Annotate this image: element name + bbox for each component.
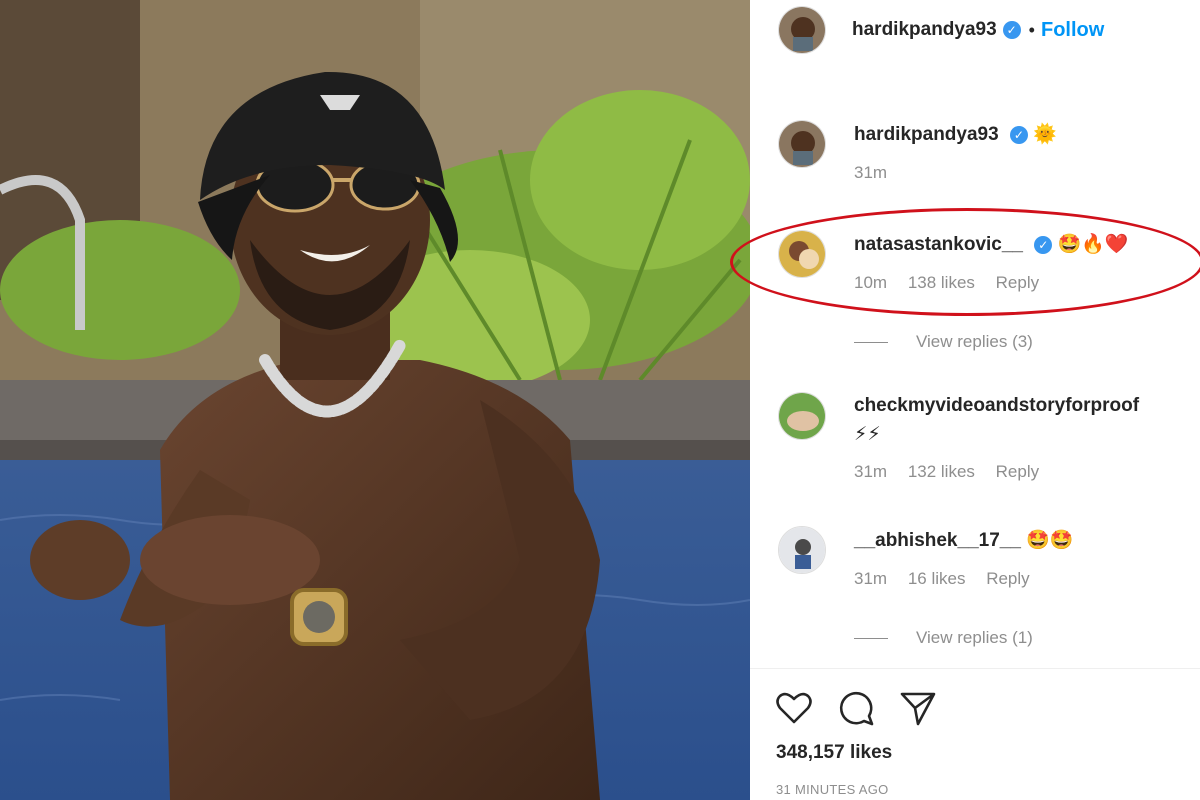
heart-icon[interactable] (774, 688, 814, 728)
reply-button[interactable]: Reply (996, 273, 1039, 292)
verified-badge-icon: ✓ (1034, 235, 1053, 254)
actions-divider (750, 668, 1200, 669)
replies-rule (854, 341, 888, 343)
comment-meta: 31m 16 likes Reply (854, 569, 1194, 589)
comment-avatar[interactable] (778, 120, 826, 168)
view-replies-label: View replies (3) (916, 332, 1033, 351)
verified-badge-icon: ✓ (1002, 21, 1021, 39)
comment-time: 31m (854, 569, 888, 588)
comment-username[interactable]: __abhishek__17__ (854, 530, 1021, 551)
comment-bubble-icon[interactable] (836, 688, 876, 728)
comment-username[interactable]: natasastankovic__ (854, 234, 1023, 255)
post-header: hardikpandya93 ✓ • Follow (750, 0, 1200, 60)
comment-avatar[interactable] (778, 526, 826, 574)
comment-time: 31m (854, 163, 888, 182)
view-replies-button[interactable]: View replies (1) (854, 628, 1033, 648)
post-photo (0, 0, 750, 800)
paper-plane-icon[interactable] (898, 688, 938, 728)
comment-avatar[interactable] (778, 392, 826, 440)
post-like-count[interactable]: 348,157 likes (776, 742, 892, 764)
comment-avatar[interactable] (778, 230, 826, 278)
follow-button[interactable]: Follow (1041, 19, 1104, 42)
comment-time: 10m (854, 273, 888, 292)
author-username[interactable]: hardikpandya93 (852, 19, 997, 41)
verified-badge-icon: ✓ (1009, 125, 1028, 144)
post-photo-illustration (0, 0, 750, 800)
author-avatar[interactable] (778, 6, 826, 54)
post-timestamp: 31 MINUTES AGO (776, 782, 889, 797)
comment-username[interactable]: hardikpandya93 (854, 124, 999, 145)
comment-meta: 10m 138 likes Reply (854, 273, 1194, 293)
comment-text: 🤩🤩 (1026, 529, 1074, 551)
reply-button[interactable]: Reply (996, 462, 1039, 481)
comment-likes[interactable]: 16 likes (908, 569, 966, 588)
comment-likes[interactable]: 138 likes (908, 273, 975, 292)
header-separator: • (1028, 19, 1035, 40)
comment-text: 🌞 (1033, 123, 1057, 145)
comment-meta: 31m (854, 163, 1194, 183)
view-replies-label: View replies (1) (916, 628, 1033, 647)
comment-time: 31m (854, 462, 888, 481)
comment-text: ⚡⚡ (854, 423, 881, 445)
post-actions (774, 688, 938, 728)
comment-meta: 31m 132 likes Reply (854, 462, 1194, 482)
view-replies-button[interactable]: View replies (3) (854, 332, 1033, 352)
post-side-panel: hardikpandya93 ✓ • Follow hardikpandya93… (730, 0, 1200, 800)
comment-likes[interactable]: 132 likes (908, 462, 975, 481)
comment-text: 🤩🔥❤️ (1057, 233, 1129, 255)
replies-rule (854, 637, 888, 639)
comment-username[interactable]: checkmyvideoandstoryforproof (854, 392, 1194, 420)
reply-button[interactable]: Reply (986, 569, 1029, 588)
